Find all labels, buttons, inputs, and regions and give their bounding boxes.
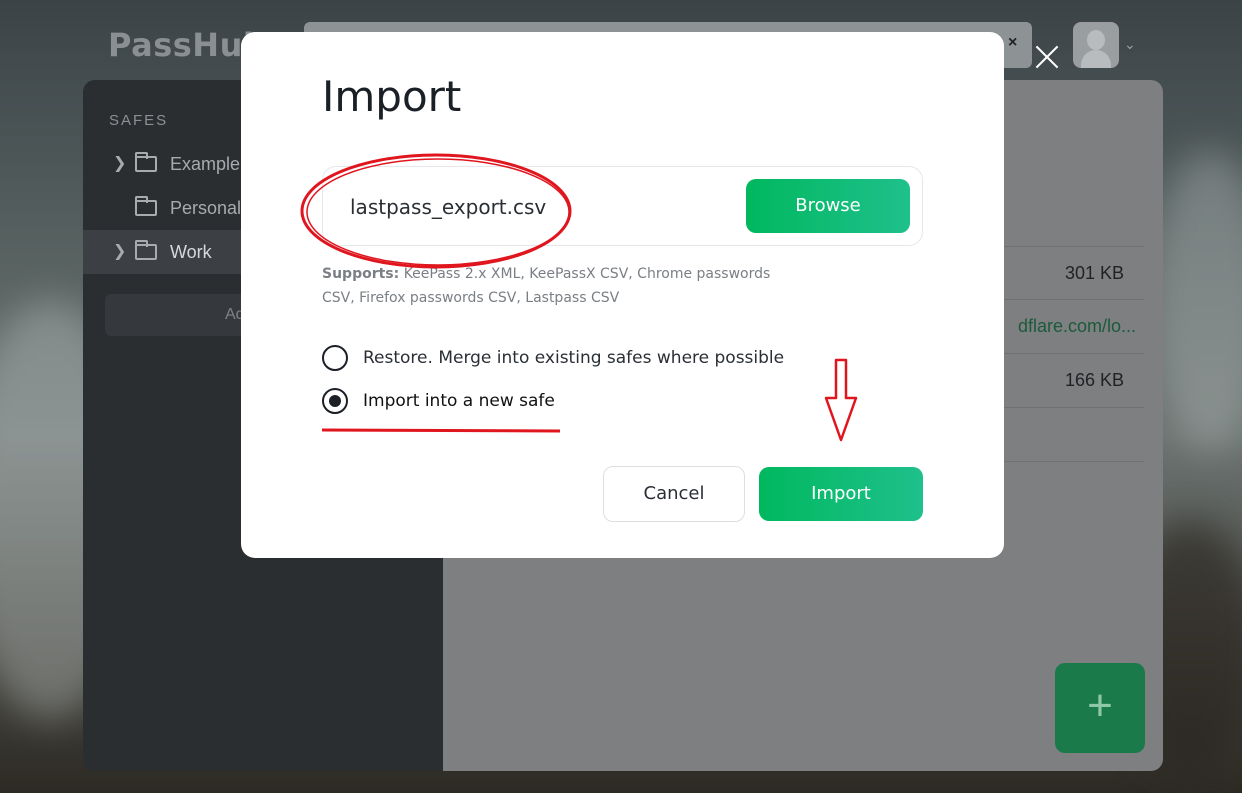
file-size: 166 KB: [1064, 370, 1124, 390]
new-safe-radio[interactable]: [322, 388, 348, 414]
search-clear-icon[interactable]: ×: [1008, 34, 1017, 52]
chevron-right-icon[interactable]: ❯: [113, 153, 126, 173]
import-button[interactable]: Import: [759, 467, 923, 521]
chevron-right-icon[interactable]: ❯: [113, 241, 126, 261]
chevron-down-icon[interactable]: ⌄: [1124, 36, 1136, 53]
sidebar-item-label: Example: [170, 154, 241, 174]
restore-option-label: Restore. Merge into existing safes where…: [363, 348, 785, 368]
sidebar-section-label: SAFES: [109, 112, 169, 129]
add-item-button[interactable]: +: [1055, 663, 1145, 753]
file-picker[interactable]: lastpass_export.csv Browse: [322, 166, 923, 246]
new-safe-option-label: Import into a new safe: [363, 391, 555, 411]
browse-button[interactable]: Browse: [746, 179, 910, 233]
user-icon-body: [1081, 50, 1111, 68]
folder-icon: [135, 240, 157, 260]
folder-icon: [135, 196, 157, 216]
restore-radio[interactable]: [322, 345, 348, 371]
cancel-button[interactable]: Cancel: [603, 466, 745, 522]
close-icon[interactable]: [1030, 40, 1064, 74]
dialog-title: Import: [322, 72, 462, 121]
item-url-link[interactable]: dflare.com/lo...: [1018, 316, 1136, 337]
folder-icon: [135, 152, 157, 172]
file-size: 301 KB: [1064, 263, 1124, 283]
import-dialog: Import lastpass_export.csv Browse Suppor…: [241, 32, 1004, 558]
sidebar-item-label: Personal: [170, 198, 242, 218]
sidebar-item-label: Work: [170, 242, 212, 262]
supported-formats-text: Supports: KeePass 2.x XML, KeePassX CSV,…: [322, 262, 802, 310]
user-icon: [1087, 30, 1105, 50]
supports-label: Supports:: [322, 266, 400, 282]
avatar[interactable]: [1073, 22, 1119, 68]
background-wave: [1150, 150, 1242, 450]
selected-file-name: lastpass_export.csv: [350, 195, 547, 219]
